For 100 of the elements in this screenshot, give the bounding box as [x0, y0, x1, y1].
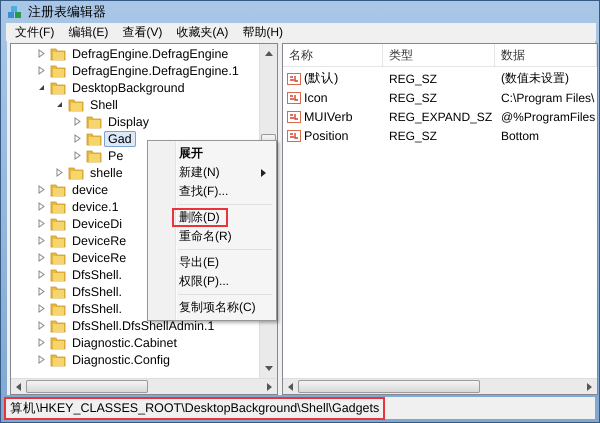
- table-cell-text: Bottom: [500, 128, 540, 142]
- menu-item[interactable]: 收藏夹(A): [171, 24, 234, 40]
- table-cell-text: REG_SZ: [388, 128, 438, 142]
- tree-item[interactable]: DeviceRe: [68, 232, 130, 248]
- collapsed-arrow-icon[interactable]: [37, 202, 46, 211]
- scrollbar-thumb[interactable]: [298, 380, 480, 393]
- tree-item[interactable]: DfsShell.: [68, 266, 126, 282]
- folder-icon: [50, 266, 66, 282]
- tree-item[interactable]: device: [68, 182, 112, 198]
- expanded-arrow-icon[interactable]: [37, 83, 46, 92]
- collapsed-arrow-icon[interactable]: [37, 321, 46, 330]
- table-cell-text: (数值未设置): [500, 70, 570, 87]
- folder-icon: [86, 148, 102, 164]
- table-cell-text: @%ProgramFiles: [500, 110, 596, 124]
- horizontal-scrollbar[interactable]: [11, 378, 277, 394]
- folder-icon: [50, 46, 66, 62]
- string-value-icon: [287, 110, 301, 124]
- value-name: Icon: [304, 90, 328, 104]
- scroll-left-icon[interactable]: [15, 382, 22, 390]
- tree-item[interactable]: Gad: [104, 130, 136, 146]
- value-name: (默认): [304, 70, 338, 87]
- tree-item[interactable]: DeviceRe: [68, 250, 130, 266]
- tree-item[interactable]: DefragEngine.DefragEngine: [68, 46, 232, 62]
- collapsed-arrow-icon[interactable]: [37, 185, 46, 194]
- context-menu-item[interactable]: 权限(P)...: [172, 272, 237, 291]
- collapsed-arrow-icon[interactable]: [73, 151, 82, 160]
- window-title: 注册表编辑器: [28, 3, 106, 21]
- table-cell-text: REG_SZ: [388, 72, 438, 86]
- folder-icon: [50, 250, 66, 266]
- context-menu-item[interactable]: 复制项名称(C): [172, 298, 264, 317]
- folder-icon: [50, 318, 66, 334]
- folder-icon: [86, 114, 102, 130]
- tree-item[interactable]: DesktopBackground: [68, 80, 189, 96]
- tree-item[interactable]: device.1: [68, 198, 123, 214]
- folder-icon: [50, 284, 66, 300]
- collapsed-arrow-icon[interactable]: [37, 338, 46, 347]
- collapsed-arrow-icon[interactable]: [73, 134, 82, 143]
- folder-icon: [50, 198, 66, 214]
- table-cell-text: REG_EXPAND_SZ: [388, 110, 494, 124]
- tree-item[interactable]: Display: [104, 114, 153, 130]
- table-cell-text: REG_SZ: [388, 90, 438, 104]
- tree-item[interactable]: DeviceDi: [68, 216, 126, 232]
- folder-icon: [50, 232, 66, 248]
- collapsed-arrow-icon[interactable]: [37, 66, 46, 75]
- folder-icon: [50, 352, 66, 368]
- collapsed-arrow-icon[interactable]: [37, 270, 46, 279]
- scroll-right-icon[interactable]: [266, 382, 273, 390]
- context-menu-item[interactable]: 导出(E): [172, 253, 227, 272]
- tree-item[interactable]: DefragEngine.DefragEngine.1: [68, 62, 243, 78]
- collapsed-arrow-icon[interactable]: [73, 117, 82, 126]
- scroll-right-icon[interactable]: [586, 382, 593, 390]
- expanded-arrow-icon[interactable]: [55, 100, 64, 109]
- context-menu-item[interactable]: 展开: [172, 144, 211, 163]
- collapsed-arrow-icon[interactable]: [37, 253, 46, 262]
- column-header[interactable]: 类型: [383, 44, 495, 66]
- folder-icon: [50, 182, 66, 198]
- registry-path: 算机\HKEY_CLASSES_ROOT\DesktopBackground\Shell\Gadgets: [4, 396, 386, 420]
- tree-item[interactable]: Diagnostic.Cabinet: [68, 334, 181, 350]
- collapsed-arrow-icon[interactable]: [37, 304, 46, 313]
- folder-icon: [50, 62, 66, 78]
- collapsed-arrow-icon[interactable]: [37, 287, 46, 296]
- tree-item[interactable]: Diagnostic.Config: [68, 352, 174, 368]
- string-value-icon: [287, 128, 301, 142]
- tree-item[interactable]: Pe: [104, 148, 128, 164]
- collapsed-arrow-icon[interactable]: [37, 49, 46, 58]
- scroll-left-icon[interactable]: [287, 382, 294, 390]
- scrollbar-thumb[interactable]: [26, 380, 148, 393]
- column-header[interactable]: 数据: [495, 44, 597, 66]
- string-value-icon: [287, 90, 301, 104]
- scroll-down-icon[interactable]: [264, 366, 272, 372]
- folder-icon: [50, 300, 66, 316]
- folder-icon: [50, 80, 66, 96]
- tree-item[interactable]: DfsShell.: [68, 300, 126, 316]
- context-menu-item[interactable]: 新建(N): [172, 163, 228, 182]
- collapsed-arrow-icon[interactable]: [37, 355, 46, 364]
- folder-icon: [68, 96, 84, 112]
- context-menu-item[interactable]: 查找(F)...: [172, 182, 236, 201]
- horizontal-scrollbar[interactable]: [283, 378, 597, 394]
- string-value-icon: [287, 72, 301, 86]
- value-name: Position: [304, 128, 348, 142]
- collapsed-arrow-icon[interactable]: [37, 219, 46, 228]
- context-menu-item[interactable]: 重命名(R): [172, 227, 240, 246]
- tree-item[interactable]: DfsShell.: [68, 284, 126, 300]
- menu-item[interactable]: 文件(F): [10, 24, 60, 40]
- folder-icon: [68, 164, 84, 180]
- tree-item[interactable]: DfsShell.DfsShellAdmin.1: [68, 318, 218, 334]
- column-header[interactable]: 名称: [283, 44, 383, 66]
- tree-item[interactable]: Shell: [86, 96, 122, 112]
- menu-item[interactable]: 编辑(E): [63, 24, 114, 40]
- registry-cubes-icon: [7, 4, 23, 20]
- value-name: MUIVerb: [304, 110, 353, 124]
- scroll-up-icon[interactable]: [264, 50, 272, 56]
- menu-item[interactable]: 帮助(H): [237, 24, 288, 40]
- menu-item[interactable]: 查看(V): [117, 24, 168, 40]
- folder-icon: [86, 130, 102, 146]
- collapsed-arrow-icon[interactable]: [37, 236, 46, 245]
- tree-item[interactable]: shelle: [86, 164, 127, 180]
- folder-icon: [50, 334, 66, 350]
- context-menu-item[interactable]: 删除(D): [172, 208, 228, 227]
- collapsed-arrow-icon[interactable]: [55, 168, 64, 177]
